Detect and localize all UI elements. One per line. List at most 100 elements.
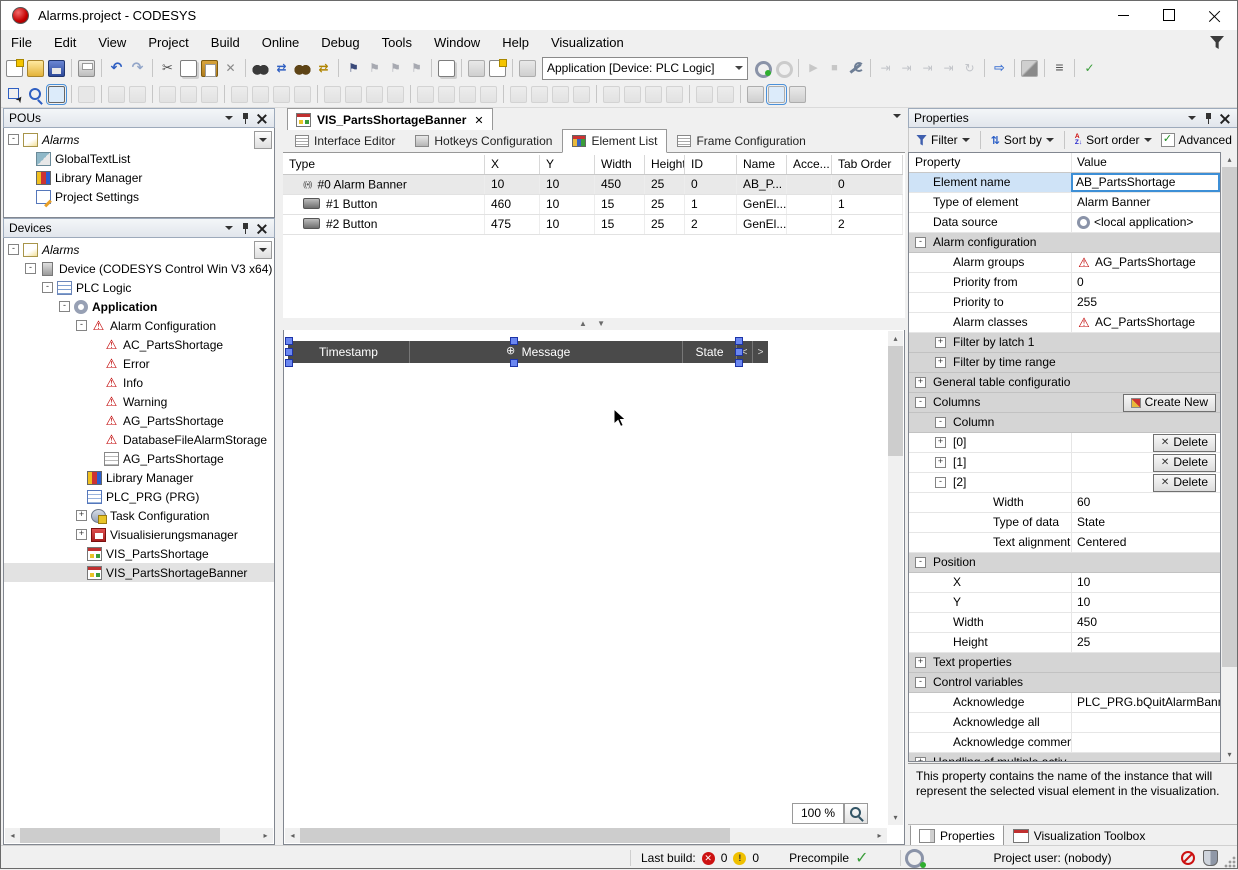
collapse-icon[interactable]: -	[915, 237, 926, 248]
collapse-icon[interactable]: -	[935, 477, 946, 488]
property-row-acknowledge[interactable]: AcknowledgePLC_PRG.bQuitAlarmBanner	[909, 693, 1220, 713]
property-row-general-table-configuration[interactable]: +General table configuration	[909, 373, 1220, 393]
tree-item-databasefilealarmstorage[interactable]: DatabaseFileAlarmStorage	[4, 430, 274, 449]
property-row-acknowledge-all[interactable]: Acknowledge all	[909, 713, 1220, 733]
refresh-check-icon[interactable]	[1081, 60, 1098, 77]
menu-edit[interactable]: Edit	[43, 32, 87, 53]
panel-pin-button[interactable]	[237, 111, 253, 125]
find-objects-icon[interactable]	[294, 60, 311, 77]
column-header-type[interactable]: Type	[283, 155, 485, 174]
menu-visualization[interactable]: Visualization	[540, 32, 635, 53]
column-header-y[interactable]: Y	[540, 155, 595, 174]
element-list-view-icon[interactable]	[48, 86, 65, 103]
goto-icon[interactable]	[991, 60, 1008, 77]
property-row-type-of-data[interactable]: Type of dataState	[909, 513, 1220, 533]
property-row-columns[interactable]: -ColumnsCreate New	[909, 393, 1220, 413]
delete-button[interactable]: ✕Delete	[1153, 454, 1216, 472]
menu-tools[interactable]: Tools	[371, 32, 423, 53]
property-row--1-[interactable]: +[1]✕Delete	[909, 453, 1220, 473]
visualization-canvas[interactable]: TimestampMessageState<> ⊕ 100 % ▴ ▾ ◂ ▸	[283, 330, 905, 845]
collapse-icon[interactable]: -	[915, 557, 926, 568]
selection-handle[interactable]	[510, 359, 518, 367]
tree-item-device-codesys-control-win-v3-x64-[interactable]: -Device (CODESYS Control Win V3 x64)	[4, 259, 274, 278]
tree-item-globaltextlist[interactable]: GlobalTextList	[4, 149, 274, 168]
tree-item-visualisierungsmanager[interactable]: +Visualisierungsmanager	[4, 525, 274, 544]
property-row-element-name[interactable]: Element nameAB_PartsShortage	[909, 173, 1220, 193]
scroll-right-icon[interactable]: ▸	[258, 828, 273, 843]
panel-menu-button[interactable]	[221, 221, 237, 235]
filter-button[interactable]: Filter	[913, 131, 973, 149]
column-header-acce-[interactable]: Acce...	[787, 155, 832, 174]
expand-icon[interactable]: +	[915, 657, 926, 668]
replace-objects-icon[interactable]	[315, 60, 332, 77]
collapse-icon[interactable]: -	[8, 134, 19, 145]
expand-icon[interactable]: +	[935, 337, 946, 348]
cut-icon[interactable]	[159, 60, 176, 77]
sort-order-button[interactable]: AZ↓ Sort order	[1072, 131, 1155, 149]
property-row-text-alignment[interactable]: Text alignmentCentered	[909, 533, 1220, 553]
tree-item-application[interactable]: -Application	[4, 297, 274, 316]
expand-icon[interactable]: +	[915, 757, 926, 762]
scrollbar-thumb[interactable]	[888, 346, 903, 456]
checkbox-checked-icon[interactable]: ✓	[1161, 133, 1175, 147]
property-row-position[interactable]: -Position	[909, 553, 1220, 573]
tree-item-ag-partsshortage[interactable]: AG_PartsShortage	[4, 411, 274, 430]
menu-window[interactable]: Window	[423, 32, 491, 53]
column-header-name[interactable]: Name	[737, 155, 787, 174]
tree-item-alarms[interactable]: -Alarms	[4, 130, 274, 149]
user-profile-icon[interactable]	[905, 849, 924, 868]
collapse-icon[interactable]: -	[8, 244, 19, 255]
replace-icon[interactable]	[273, 60, 290, 77]
property-row-acknowledge-comment[interactable]: Acknowledge comment	[909, 733, 1220, 753]
scroll-right-icon[interactable]: ▸	[872, 828, 887, 843]
tree-item-library-manager[interactable]: Library Manager	[4, 168, 274, 187]
collapse-icon[interactable]: -	[42, 282, 53, 293]
panel-pin-button[interactable]	[237, 221, 253, 235]
collapse-icon[interactable]: -	[59, 301, 70, 312]
subtab-frame-configuration[interactable]: Frame Configuration	[667, 130, 815, 152]
menu-file[interactable]: File	[0, 32, 43, 53]
zoom-settings-button[interactable]	[844, 803, 868, 824]
subtab-element-list[interactable]: Element List	[562, 129, 667, 153]
panel-menu-button[interactable]	[221, 111, 237, 125]
selection-handle[interactable]	[735, 337, 743, 345]
paste-special-icon[interactable]	[438, 60, 455, 77]
panel-menu-button[interactable]	[1184, 111, 1200, 125]
tree-item-vis-partsshortagebanner[interactable]: VIS_PartsShortageBanner	[4, 563, 274, 582]
column-header-width[interactable]: Width	[595, 155, 645, 174]
scroll-up-icon[interactable]: ▴	[1222, 152, 1237, 167]
delete-button[interactable]: ✕Delete	[1153, 474, 1216, 492]
login-icon[interactable]	[754, 60, 771, 77]
find-icon[interactable]	[252, 60, 269, 77]
expand-icon[interactable]: +	[935, 437, 946, 448]
canvas-vertical-scrollbar[interactable]: ▴ ▾	[888, 331, 903, 825]
tree-item-alarms[interactable]: -Alarms	[4, 240, 274, 259]
column-header-tab-order[interactable]: Tab Order	[832, 155, 903, 174]
scrollbar-thumb[interactable]	[1222, 167, 1237, 667]
selection-handle[interactable]	[735, 348, 743, 356]
property-row-height[interactable]: Height25	[909, 633, 1220, 653]
property-row-alarm-configuration[interactable]: -Alarm configuration	[909, 233, 1220, 253]
property-row-text-properties[interactable]: +Text properties	[909, 653, 1220, 673]
scroll-left-icon[interactable]: ◂	[5, 828, 20, 843]
paste-icon[interactable]	[201, 60, 218, 77]
property-row--0-[interactable]: +[0]✕Delete	[909, 433, 1220, 453]
subtab-interface-editor[interactable]: Interface Editor	[285, 130, 405, 152]
active-application-selector[interactable]: Application [Device: PLC Logic]	[542, 57, 748, 80]
collapse-icon[interactable]: -	[915, 397, 926, 408]
new-object-icon[interactable]	[489, 60, 506, 77]
property-row-priority-from[interactable]: Priority from0	[909, 273, 1220, 293]
panel-pin-button[interactable]	[1200, 111, 1216, 125]
property-row-column[interactable]: -Column	[909, 413, 1220, 433]
column-header-id[interactable]: ID	[685, 155, 737, 174]
open-file-icon[interactable]	[27, 60, 44, 77]
expand-icon[interactable]: +	[915, 377, 926, 388]
property-row-priority-to[interactable]: Priority to255	[909, 293, 1220, 313]
tree-item-ac-partsshortage[interactable]: AC_PartsShortage	[4, 335, 274, 354]
canvas-horizontal-scrollbar[interactable]: ◂ ▸	[285, 828, 887, 843]
print-icon[interactable]	[78, 60, 95, 77]
tree-item-warning[interactable]: Warning	[4, 392, 274, 411]
table-row[interactable]: #0 Alarm Banner1010450250AB_P...0	[283, 175, 903, 195]
tree-combo-button[interactable]	[254, 131, 272, 149]
scroll-up-icon[interactable]: ▴	[888, 331, 903, 346]
